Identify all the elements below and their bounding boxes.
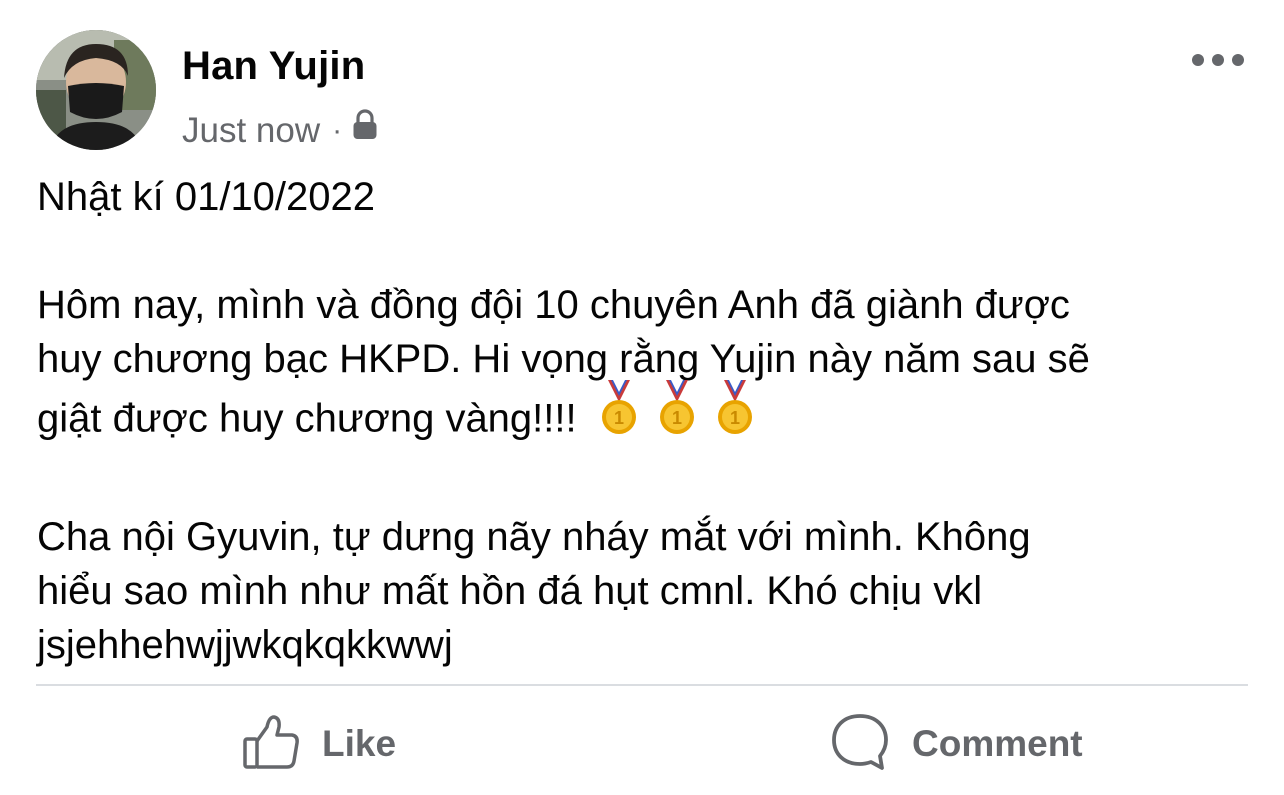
meta-separator: · xyxy=(332,114,343,147)
post-line: Cha nội Gyuvin, tự dưng nãy nháy mắt với… xyxy=(37,515,1031,559)
post-title-line: Nhật kí 01/10/2022 xyxy=(37,175,376,219)
lock-icon[interactable] xyxy=(352,108,378,150)
comment-bubble-icon xyxy=(830,712,890,777)
thumbs-up-icon xyxy=(242,713,300,776)
more-dot-icon xyxy=(1232,54,1244,66)
post-timestamp[interactable]: Just now xyxy=(182,111,320,151)
post-card: Han Yujin Just now · Nhật kí 01/10/2022 … xyxy=(0,0,1284,795)
comment-button[interactable]: Comment xyxy=(830,712,1083,776)
first-place-medal-icon: 1 xyxy=(599,380,639,450)
post-line: huy chương bạc HKPD. Hi vọng rằng Yujin … xyxy=(37,337,1090,381)
like-label: Like xyxy=(322,723,397,764)
more-dot-icon xyxy=(1212,54,1224,66)
svg-text:1: 1 xyxy=(672,408,682,428)
comment-label: Comment xyxy=(912,723,1083,764)
like-button[interactable]: Like xyxy=(242,712,396,776)
post-meta: Just now · xyxy=(182,108,378,153)
post-line: Hôm nay, mình và đồng đội 10 chuyên Anh … xyxy=(37,283,1070,327)
post-line: jsjehhehwjjwkqkqkkwwj xyxy=(37,623,453,667)
post-text: Nhật kí 01/10/2022 Hôm nay, mình và đồng… xyxy=(37,170,1257,672)
svg-text:1: 1 xyxy=(614,408,624,428)
post-line-text: giật được huy chương vàng!!!! xyxy=(37,396,577,441)
svg-text:1: 1 xyxy=(730,408,740,428)
more-options-button[interactable] xyxy=(1192,48,1244,72)
more-dot-icon xyxy=(1192,54,1204,66)
actions-divider xyxy=(36,684,1248,686)
post-line: giật được huy chương vàng!!!! 1 1 1 xyxy=(37,380,1257,456)
first-place-medal-icon: 1 xyxy=(715,380,755,450)
avatar[interactable] xyxy=(36,30,156,150)
medal-emojis: 1 1 1 xyxy=(599,380,755,450)
first-place-medal-icon: 1 xyxy=(657,380,697,450)
author-name[interactable]: Han Yujin xyxy=(182,44,365,89)
post-line: hiểu sao mình như mất hồn đá hụt cmnl. K… xyxy=(37,569,983,613)
